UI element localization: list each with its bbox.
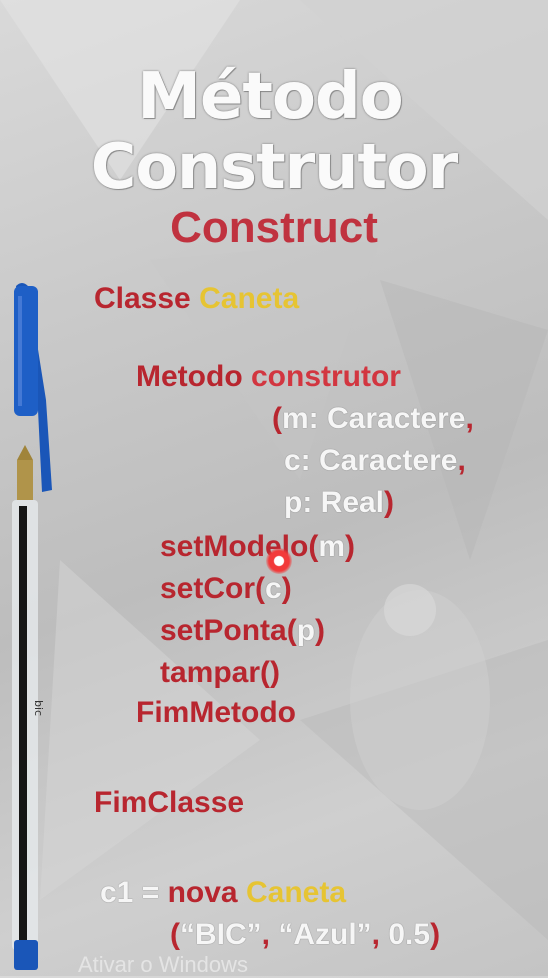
arg-p: p	[296, 614, 316, 647]
page-title-line2: Construtor	[90, 130, 458, 203]
code-line-setponta: setPonta(p)	[160, 614, 326, 647]
windows-activation-watermark: Ativar o Windows	[78, 952, 248, 977]
pointer-cursor-indicator	[266, 548, 292, 574]
fn-tampar: tampar	[160, 656, 261, 689]
code-line-tampar: tampar()	[160, 656, 280, 690]
keyword-fimclasse: FimClasse	[94, 786, 245, 819]
keyword-classe: Classe	[94, 282, 191, 315]
arg-paren-open: (	[170, 918, 180, 951]
param-c: c: Caractere	[284, 444, 458, 477]
paren-close: )	[384, 486, 395, 519]
code-line-metodo: Metodo construtor	[136, 360, 401, 394]
code-line-args: (“BIC”, “Azul”, 0.5)	[170, 918, 441, 951]
code-line-param3: p: Real)	[284, 486, 394, 520]
param-p: p: Real	[284, 486, 385, 519]
arg-m: m	[318, 530, 346, 563]
code-line-classe: Classe Caneta	[94, 282, 299, 316]
comma: ,	[457, 444, 466, 477]
arg-c: c	[265, 572, 282, 605]
code-line-param1: (m: Caractere,	[272, 402, 474, 436]
pen-image: bic	[12, 283, 52, 970]
arg-ponta: 0.5	[388, 918, 431, 951]
svg-text:bic: bic	[32, 700, 45, 716]
method-name: construtor	[250, 360, 401, 393]
arg-azul: “Azul”	[278, 918, 372, 951]
keyword-metodo: Metodo	[136, 360, 243, 393]
code-line-fimmetodo: FimMetodo	[136, 696, 296, 730]
keyword-fimmetodo: FimMetodo	[136, 696, 296, 729]
fn-setcor: setCor	[160, 572, 256, 605]
assign-op: =	[141, 876, 160, 909]
instance-class: Caneta	[245, 876, 347, 909]
class-name: Caneta	[199, 282, 300, 315]
code-line-setmodelo: setModelo(m)	[160, 530, 356, 563]
comma: ,	[465, 402, 474, 435]
var-c1: c1	[100, 876, 134, 909]
code-line-setcor: setCor(c)	[160, 572, 292, 605]
code-line-param2: c: Caractere,	[284, 444, 466, 478]
page-title-line1: Método	[137, 60, 403, 134]
page-subtitle: Construct	[170, 203, 378, 252]
arg-bic: “BIC”	[180, 918, 262, 951]
keyword-nova: nova	[167, 876, 238, 909]
code-line-fimclasse: FimClasse	[94, 786, 244, 820]
code-line-instantiate: c1 = nova Caneta	[100, 876, 346, 910]
arg-paren-close: )	[430, 918, 441, 951]
param-m: m: Caractere	[282, 402, 466, 435]
fn-setponta: setPonta	[160, 614, 287, 647]
paren-open: (	[272, 402, 282, 435]
empty-parens: ()	[260, 656, 281, 689]
